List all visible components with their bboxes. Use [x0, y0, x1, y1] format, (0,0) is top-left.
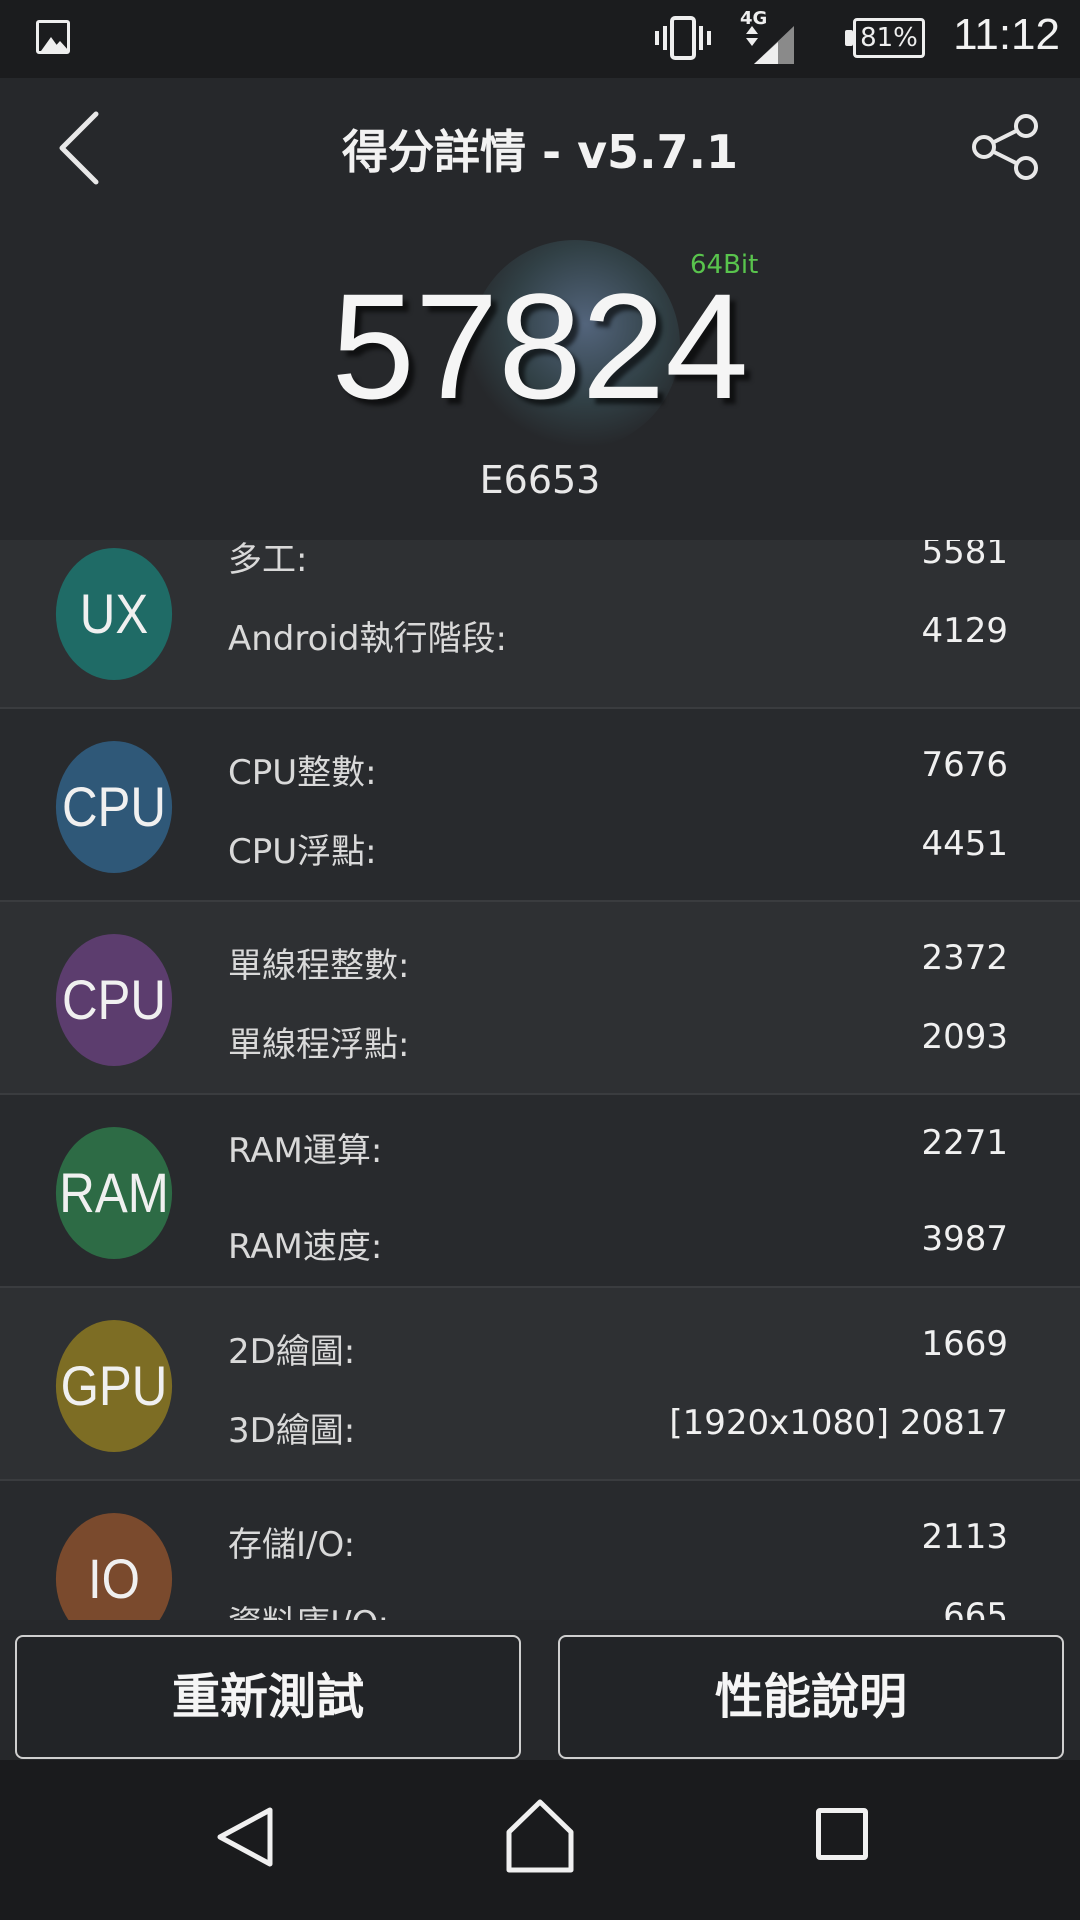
- status-bar: 4G 81% 11:12: [0, 0, 1080, 78]
- system-nav-bar: [0, 1760, 1080, 1920]
- page-title: 得分詳情 - v5.7.1: [341, 125, 739, 179]
- app-bar: 得分詳情 - v5.7.1: [0, 78, 1080, 220]
- gallery-icon: [36, 20, 70, 54]
- battery-percent: 81%: [860, 23, 918, 53]
- signal-icon: 4G: [738, 8, 802, 64]
- io-category-icon: IO: [55, 1513, 173, 1620]
- row-label: 資料庫I/O:: [228, 1596, 389, 1620]
- score-row-ram: RAM RAM運算: 2271 RAM速度: 3987: [0, 1095, 1080, 1288]
- score-summary: 64Bit 57824 E6653: [0, 220, 1080, 540]
- row-label: CPU整數:: [228, 753, 377, 793]
- row-label: 3D繪圖:: [228, 1411, 356, 1451]
- total-score: 57824: [331, 262, 749, 430]
- score-row-gpu: GPU 2D繪圖: 1669 3D繪圖: [1920x1080] 20817: [0, 1288, 1080, 1481]
- row-value: 4129: [921, 611, 1008, 651]
- share-icon[interactable]: [970, 112, 1040, 182]
- row-label: 單線程浮點:: [228, 1025, 410, 1065]
- row-value: 1669: [921, 1324, 1008, 1364]
- ux-category-icon: UX: [55, 548, 173, 680]
- row-value: 4451: [921, 824, 1008, 864]
- row-value: [1920x1080] 20817: [669, 1403, 1008, 1443]
- row-value: 3987: [921, 1219, 1008, 1259]
- row-value: 7676: [921, 745, 1008, 785]
- row-label: RAM運算:: [228, 1131, 383, 1171]
- row-label: Android執行階段:: [228, 619, 507, 659]
- battery-icon: 81%: [845, 18, 925, 58]
- ram-category-icon: RAM: [55, 1127, 173, 1259]
- row-value: 665: [943, 1596, 1008, 1620]
- score-row-cpu: CPU CPU整數: 7676 CPU浮點: 4451: [0, 709, 1080, 902]
- cpu-category-icon: CPU: [55, 741, 173, 873]
- row-value: 2271: [921, 1123, 1008, 1163]
- gpu-category-icon: GPU: [55, 1320, 173, 1452]
- row-value: 5581: [921, 540, 1008, 572]
- score-detail-list[interactable]: UX 多工: 5581 Android執行階段: 4129 CPU CPU整數:…: [0, 540, 1080, 1620]
- row-value: 2113: [921, 1517, 1008, 1557]
- nav-recents-icon[interactable]: [816, 1808, 868, 1860]
- row-label: 多工:: [228, 540, 308, 580]
- performance-info-button[interactable]: 性能說明: [558, 1635, 1064, 1759]
- clock: 11:12: [953, 10, 1060, 59]
- row-value: 2093: [921, 1017, 1008, 1057]
- retest-button[interactable]: 重新測試: [15, 1635, 521, 1759]
- vibrate-icon: [655, 16, 711, 60]
- nav-home-icon[interactable]: [505, 1796, 575, 1876]
- row-label: 存儲I/O:: [228, 1525, 356, 1565]
- row-value: 2372: [921, 938, 1008, 978]
- row-label: 單線程整數:: [228, 946, 410, 986]
- row-label: RAM速度:: [228, 1227, 383, 1267]
- score-row-io: IO 存儲I/O: 2113 資料庫I/O: 665: [0, 1481, 1080, 1620]
- nav-back-icon[interactable]: [210, 1802, 280, 1872]
- score-row-ux: UX 多工: 5581 Android執行階段: 4129: [0, 540, 1080, 709]
- row-label: 2D繪圖:: [228, 1332, 356, 1372]
- device-model: E6653: [479, 458, 601, 502]
- action-bar: 重新測試 性能說明: [0, 1620, 1080, 1760]
- score-row-single-thread: CPU 單線程整數: 2372 單線程浮點: 2093: [0, 902, 1080, 1095]
- row-label: CPU浮點:: [228, 832, 377, 872]
- cpu-single-category-icon: CPU: [55, 934, 173, 1066]
